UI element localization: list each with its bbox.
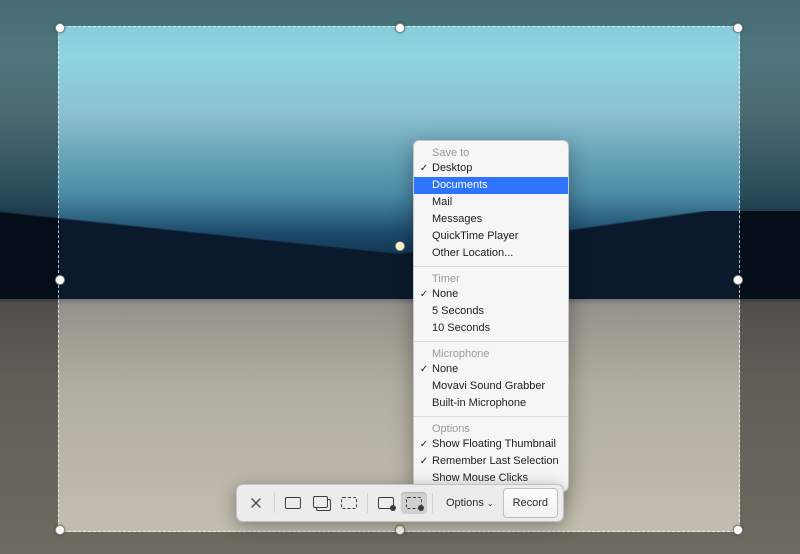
menu-item[interactable]: ✓None bbox=[414, 361, 568, 378]
selection-handle-w[interactable] bbox=[55, 275, 65, 285]
menu-item[interactable]: QuickTime Player bbox=[414, 228, 568, 245]
check-icon: ✓ bbox=[419, 437, 429, 452]
capture-selected-window-button[interactable] bbox=[308, 492, 334, 514]
window-icon bbox=[312, 496, 330, 510]
menu-item-label: Desktop bbox=[432, 161, 472, 176]
menu-item[interactable]: ✓None bbox=[414, 286, 568, 303]
selection-handle-se[interactable] bbox=[733, 525, 743, 535]
menu-section-title-timer: Timer bbox=[414, 271, 568, 286]
options-button-label: Options bbox=[446, 497, 484, 509]
menu-separator bbox=[414, 341, 568, 342]
menu-item-label: Mail bbox=[432, 195, 452, 210]
menu-section-title-options: Options bbox=[414, 421, 568, 436]
record-entire-screen-button[interactable] bbox=[373, 492, 399, 514]
selection-handle-sw[interactable] bbox=[55, 525, 65, 535]
chevron-down-icon: ⌄ bbox=[487, 499, 494, 508]
screen-icon bbox=[285, 497, 301, 509]
menu-separator bbox=[414, 266, 568, 267]
check-icon: ✓ bbox=[419, 161, 429, 176]
screenshot-toolbar: Options ⌄ Record bbox=[236, 484, 564, 522]
menu-item[interactable]: Messages bbox=[414, 211, 568, 228]
menu-item[interactable]: 10 Seconds bbox=[414, 320, 568, 337]
record-screen-icon bbox=[378, 497, 394, 509]
selection-icon bbox=[341, 497, 357, 509]
close-button[interactable] bbox=[243, 492, 269, 514]
options-button[interactable]: Options ⌄ bbox=[437, 489, 503, 517]
record-selected-portion-button[interactable] bbox=[401, 492, 427, 514]
selection-handle-e[interactable] bbox=[733, 275, 743, 285]
selection-handle-s[interactable] bbox=[395, 525, 405, 535]
menu-section-title-save_to: Save to bbox=[414, 145, 568, 160]
menu-item-label: Remember Last Selection bbox=[432, 454, 559, 469]
selection-handle-nw[interactable] bbox=[55, 23, 65, 33]
menu-separator bbox=[414, 416, 568, 417]
menu-item-label: None bbox=[432, 287, 458, 302]
menu-item-label: Movavi Sound Grabber bbox=[432, 379, 545, 394]
menu-item[interactable]: 5 Seconds bbox=[414, 303, 568, 320]
menu-item[interactable]: ✓Remember Last Selection bbox=[414, 453, 568, 470]
capture-selection[interactable] bbox=[58, 26, 740, 532]
capture-dim-bottom bbox=[0, 532, 800, 554]
menu-item-label: 10 Seconds bbox=[432, 321, 490, 336]
menu-item-label: 5 Seconds bbox=[432, 304, 484, 319]
menu-item-label: Documents bbox=[432, 178, 488, 193]
capture-dim-left bbox=[0, 26, 58, 532]
menu-item-label: Show Floating Thumbnail bbox=[432, 437, 556, 452]
menu-item[interactable]: Documents bbox=[414, 177, 568, 194]
capture-dim-right bbox=[740, 26, 800, 532]
menu-item[interactable]: Movavi Sound Grabber bbox=[414, 378, 568, 395]
check-icon: ✓ bbox=[419, 287, 429, 302]
menu-item-label: QuickTime Player bbox=[432, 229, 518, 244]
menu-section-title-microphone: Microphone bbox=[414, 346, 568, 361]
selection-handle-n[interactable] bbox=[395, 23, 405, 33]
capture-selected-portion-button[interactable] bbox=[336, 492, 362, 514]
menu-item-label: Messages bbox=[432, 212, 482, 227]
menu-item[interactable]: Built-in Microphone bbox=[414, 395, 568, 412]
toolbar-separator bbox=[367, 493, 368, 513]
capture-entire-screen-button[interactable] bbox=[280, 492, 306, 514]
menu-item-label: None bbox=[432, 362, 458, 377]
menu-item-label: Other Location... bbox=[432, 246, 513, 261]
toolbar-separator bbox=[432, 493, 433, 513]
check-icon: ✓ bbox=[419, 362, 429, 377]
close-icon bbox=[251, 498, 261, 508]
menu-item-label: Built-in Microphone bbox=[432, 396, 526, 411]
record-selection-icon bbox=[406, 497, 422, 509]
selection-handle-ne[interactable] bbox=[733, 23, 743, 33]
menu-item[interactable]: ✓Show Floating Thumbnail bbox=[414, 436, 568, 453]
menu-item[interactable]: ✓Desktop bbox=[414, 160, 568, 177]
menu-item[interactable]: Other Location... bbox=[414, 245, 568, 262]
menu-item[interactable]: Mail bbox=[414, 194, 568, 211]
record-button[interactable]: Record bbox=[503, 488, 558, 518]
record-button-label: Record bbox=[513, 497, 548, 509]
toolbar-separator bbox=[274, 493, 275, 513]
check-icon: ✓ bbox=[419, 454, 429, 469]
options-popover: Save to✓DesktopDocumentsMailMessagesQuic… bbox=[413, 140, 569, 492]
